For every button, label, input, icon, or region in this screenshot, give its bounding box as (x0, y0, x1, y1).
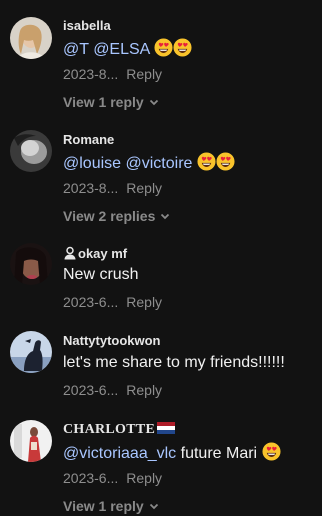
comment-meta: 2023-6... Reply (63, 382, 162, 398)
reply-button[interactable]: Reply (126, 294, 162, 310)
comment-text: @louise @victoire (63, 152, 235, 173)
username[interactable]: okay mf (63, 246, 127, 261)
chevron-down-icon (149, 99, 158, 106)
username[interactable]: Romane (63, 132, 114, 147)
reply-button[interactable]: Reply (126, 382, 162, 398)
avatar[interactable] (10, 243, 52, 285)
view-replies-button[interactable]: View 1 reply (63, 498, 160, 514)
netherlands-flag-icon (157, 422, 176, 434)
heart-eyes-emoji-icon (262, 442, 281, 461)
username[interactable]: Nattytytookwon (63, 333, 161, 348)
reply-button[interactable]: Reply (126, 470, 162, 486)
username[interactable]: CHARLOTTE (63, 422, 176, 438)
username[interactable]: isabella (63, 18, 111, 33)
comment-text: New crush (63, 266, 139, 283)
reply-button[interactable]: Reply (126, 66, 162, 82)
comment-meta: 2023-6... Reply (63, 470, 162, 486)
heart-eyes-emoji-icon (154, 38, 173, 57)
comment-text: let's me share to my friends!!!!!! (63, 354, 285, 371)
comment-meta: 2023-6... Reply (63, 294, 162, 310)
mention-link[interactable]: @victoriaaa_vlc (63, 445, 176, 462)
person-icon (64, 246, 76, 260)
avatar[interactable] (10, 420, 52, 462)
avatar[interactable] (10, 17, 52, 59)
comment-meta: 2023-8... Reply (63, 66, 162, 82)
comment-date: 2023-8... (63, 66, 119, 82)
view-replies-button[interactable]: View 1 reply (63, 94, 160, 110)
view-replies-label: View 1 reply (63, 498, 144, 514)
heart-eyes-emoji-icon (173, 38, 192, 57)
chevron-down-icon (161, 213, 170, 220)
comment-date: 2023-6... (63, 294, 119, 310)
view-replies-label: View 1 reply (63, 94, 144, 110)
chevron-down-icon (149, 503, 158, 510)
reply-button[interactable]: Reply (126, 180, 162, 196)
heart-eyes-emoji-icon (197, 152, 216, 171)
comment-meta: 2023-8... Reply (63, 180, 162, 196)
mention-link[interactable]: @ELSA (93, 41, 149, 58)
avatar[interactable] (10, 130, 52, 172)
username-label: CHARLOTTE (63, 422, 156, 437)
comment-text: @victoriaaa_vlc future Mari (63, 442, 281, 463)
heart-eyes-emoji-icon (216, 152, 235, 171)
username-label: okay mf (78, 246, 128, 261)
mention-link[interactable]: @victoire (126, 155, 193, 172)
avatar[interactable] (10, 331, 52, 373)
comment-date: 2023-6... (63, 470, 119, 486)
comment-text-body: future Mari (180, 445, 258, 462)
mention-link[interactable]: @louise (63, 155, 121, 172)
comment-date: 2023-6... (63, 382, 119, 398)
view-replies-button[interactable]: View 2 replies (63, 208, 171, 224)
view-replies-label: View 2 replies (63, 208, 156, 224)
mention-link[interactable]: @T (63, 41, 89, 58)
comment-text: @T @ELSA (63, 38, 192, 59)
comment-date: 2023-8... (63, 180, 119, 196)
